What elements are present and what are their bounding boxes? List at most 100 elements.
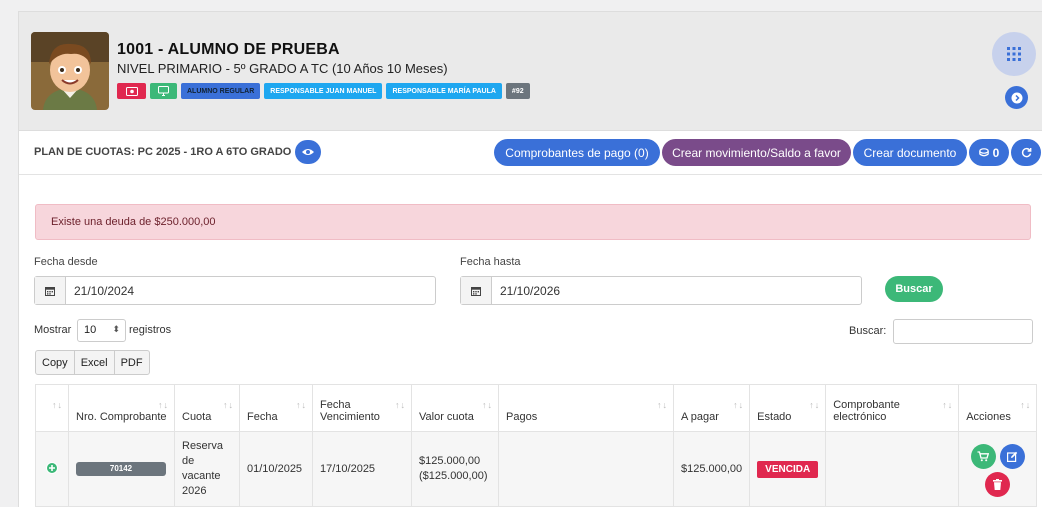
- pagos-cell: [498, 431, 674, 507]
- monitor-badge[interactable]: [150, 83, 177, 99]
- fecha-desde-value: 21/10/2024: [74, 284, 135, 298]
- calendar-icon: [45, 286, 55, 296]
- crear-movimiento-button[interactable]: Crear movimiento/Saldo a favor: [662, 139, 851, 166]
- coins-button[interactable]: 0: [969, 139, 1009, 166]
- student-avatar: [31, 32, 109, 110]
- a-pagar-cell: $125.000,00: [672, 431, 751, 507]
- money-icon: [125, 86, 138, 96]
- crear-documento-button[interactable]: Crear documento: [853, 139, 967, 166]
- responsable-badge[interactable]: RESPONSABLE JUAN MANUEL: [264, 83, 383, 99]
- sort-icon: ↑↓: [657, 400, 668, 410]
- buscar-button[interactable]: Buscar: [885, 276, 943, 302]
- cuotas-table: ↑↓ Nro. Comprobante ↑↓ Cuota ↑↓ Fecha ↑↓ Fe…: [35, 384, 1038, 507]
- sort-icon: ↑↓: [158, 400, 169, 410]
- coins-count: 0: [992, 145, 1000, 160]
- calendar-icon: [471, 286, 481, 296]
- refresh-button[interactable]: [1011, 139, 1041, 166]
- estado-cell: VENCIDA: [749, 431, 827, 507]
- delete-button[interactable]: [985, 471, 1011, 497]
- edit-button[interactable]: [999, 443, 1025, 469]
- nro-cell: 70142: [68, 431, 175, 507]
- select-caret-icon: ⬍: [112, 324, 120, 334]
- export-buttons: Copy Excel PDF: [35, 350, 150, 375]
- valor-amount: $125.000,00: [419, 455, 481, 467]
- fecha-cell: 01/10/2025: [239, 431, 313, 507]
- fecha-hasta-label: Fecha hasta: [460, 256, 521, 268]
- sort-icon: ↑↓: [942, 400, 954, 410]
- coins-icon: [978, 148, 989, 157]
- monitor-icon: [158, 86, 169, 96]
- status-badge: VENCIDA: [757, 460, 819, 478]
- refresh-icon: [1021, 147, 1031, 158]
- plan-title: PLAN DE CUOTAS: PC 2025 - 1RO A 6TO GRAD…: [34, 146, 292, 158]
- cuota-cell: Reserva de vacante 2026: [174, 431, 240, 507]
- excel-button[interactable]: Excel: [75, 351, 115, 374]
- vencimiento-cell: 17/10/2025: [312, 431, 412, 507]
- sort-icon: ↑↓: [809, 400, 821, 410]
- view-plan-button[interactable]: [295, 140, 321, 164]
- next-button[interactable]: [1005, 86, 1028, 109]
- registros-label: registros: [129, 324, 172, 336]
- arrow-right-circle-icon: [1011, 92, 1022, 103]
- pdf-button[interactable]: PDF: [115, 351, 149, 374]
- acciones-cell: [958, 431, 1038, 507]
- trash-icon: [993, 478, 1003, 490]
- comprobante-cell: [825, 431, 960, 507]
- column-header-a-pagar[interactable]: A pagar ↑↓: [672, 384, 751, 432]
- debt-alert: Existe una deuda de $250.000,00: [35, 204, 1031, 240]
- copy-button[interactable]: Copy: [36, 351, 75, 374]
- column-header-vencimiento[interactable]: Fecha Vencimiento ↑↓: [312, 384, 412, 432]
- calendar-addon[interactable]: [35, 277, 66, 304]
- comprobantes-button[interactable]: Comprobantes de pago (0): [494, 139, 660, 166]
- student-account-card: 1001 - ALUMNO DE PRUEBA NIVEL PRIMARIO -…: [18, 11, 1042, 507]
- nro-badge[interactable]: 70142: [76, 462, 166, 476]
- sort-icon: ↑↓: [733, 400, 745, 410]
- fecha-desde-label: Fecha desde: [34, 256, 98, 268]
- column-header-nro[interactable]: Nro. Comprobante ↑↓: [68, 384, 175, 432]
- status-badge: ALUMNO REGULAR: [181, 83, 261, 99]
- edit-icon: [1006, 451, 1017, 462]
- eye-icon: [302, 149, 314, 155]
- valor-sub: ($125.000,00): [419, 470, 488, 482]
- sort-icon: ↑↓: [1020, 400, 1032, 410]
- expand-cell[interactable]: [35, 431, 69, 507]
- cart-icon: [977, 450, 990, 461]
- student-header: 1001 - ALUMNO DE PRUEBA NIVEL PRIMARIO -…: [19, 12, 1042, 131]
- column-header-cuota[interactable]: Cuota ↑↓: [174, 384, 240, 432]
- valor-cell: $125.000,00 ($125.000,00): [411, 431, 499, 507]
- calendar-addon[interactable]: [461, 277, 492, 304]
- search-label: Buscar:: [849, 325, 887, 337]
- column-header-expand[interactable]: ↑↓: [35, 384, 69, 432]
- page-size-value: 10: [84, 324, 97, 336]
- student-badges: ALUMNO REGULAR RESPONSABLE JUAN MANUEL R…: [117, 83, 530, 99]
- fecha-hasta-value: 21/10/2026: [500, 284, 561, 298]
- search-input[interactable]: [893, 319, 1033, 344]
- apps-menu-button[interactable]: [992, 32, 1036, 76]
- sort-icon: ↑↓: [223, 400, 234, 410]
- sort-icon: ↑↓: [395, 400, 406, 410]
- mostrar-label: Mostrar: [34, 324, 72, 336]
- column-header-fecha[interactable]: Fecha ↑↓: [239, 384, 313, 432]
- divider: [19, 174, 1042, 175]
- student-title: 1001 - ALUMNO DE PRUEBA: [117, 41, 340, 58]
- pay-button[interactable]: [970, 443, 996, 469]
- responsable-badge[interactable]: RESPONSABLE MARÍA PAULA: [386, 83, 502, 99]
- sort-icon: ↑↓: [482, 400, 493, 410]
- grid-icon: [1007, 47, 1021, 61]
- table-row: 70142 Reserva de vacante 2026 01/10/2025…: [35, 431, 1038, 507]
- fecha-desde-input[interactable]: 21/10/2024: [34, 276, 436, 305]
- column-header-valor[interactable]: Valor cuota ↑↓: [411, 384, 499, 432]
- column-header-estado[interactable]: Estado ↑↓: [749, 384, 827, 432]
- fecha-hasta-input[interactable]: 21/10/2026: [460, 276, 862, 305]
- page-size-select[interactable]: 10 ⬍: [77, 319, 126, 342]
- expand-plus-icon[interactable]: [46, 461, 58, 474]
- student-level: NIVEL PRIMARIO - 5º GRADO A TC (10 Años …: [117, 61, 448, 76]
- sort-icon: ↑↓: [296, 400, 307, 410]
- column-header-acciones[interactable]: Acciones ↑↓: [958, 384, 1038, 432]
- column-header-comprobante[interactable]: Comprobante electrónico ↑↓: [825, 384, 960, 432]
- column-header-pagos[interactable]: Pagos ↑↓: [498, 384, 674, 432]
- money-badge[interactable]: [117, 83, 146, 99]
- id-badge: #92: [505, 83, 530, 99]
- sort-icon: ↑↓: [52, 400, 63, 410]
- table-header-row: ↑↓ Nro. Comprobante ↑↓ Cuota ↑↓ Fecha ↑↓ Fe…: [35, 384, 1038, 432]
